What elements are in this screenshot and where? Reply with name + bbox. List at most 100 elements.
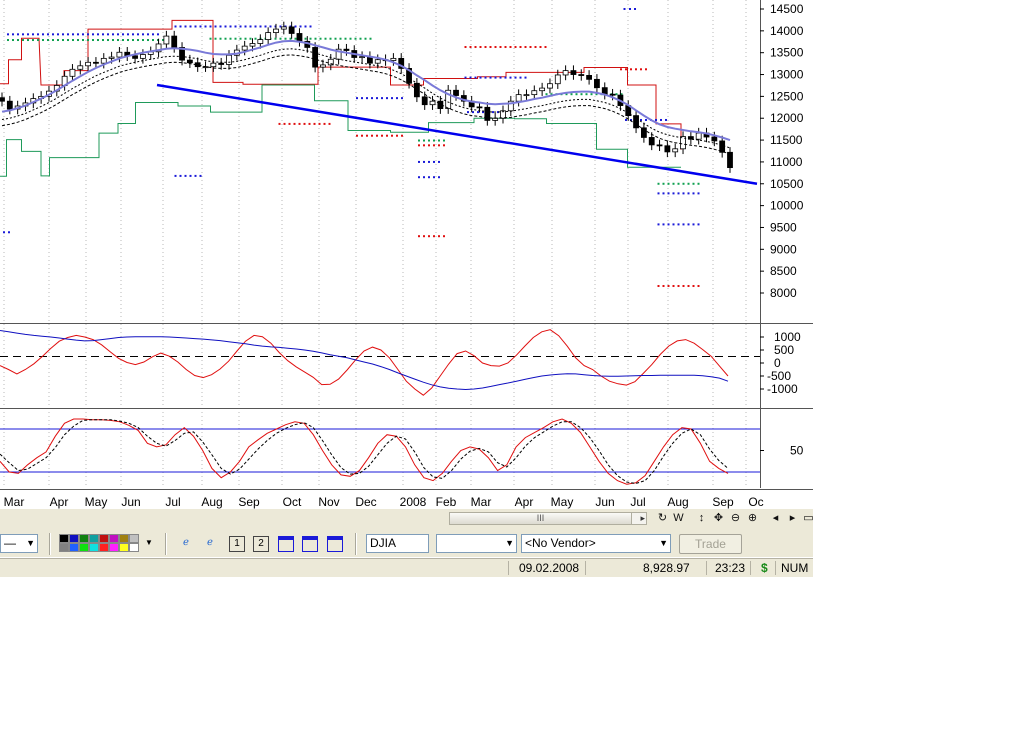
color-swatch[interactable]	[119, 543, 129, 552]
signal-dot	[635, 68, 637, 71]
signal-dot	[174, 174, 177, 177]
signal-dot	[42, 33, 44, 36]
timeframe-dropdown[interactable]: — ▼	[0, 534, 38, 553]
weekly-icon[interactable]: W	[672, 512, 685, 525]
scroll-left-icon[interactable]: ◂	[769, 512, 782, 525]
signal-dot	[629, 8, 631, 10]
signal-dot	[492, 111, 494, 114]
candle-body	[108, 56, 115, 59]
signal-dot-green	[42, 39, 44, 42]
color-swatch[interactable]	[99, 543, 109, 552]
color-swatch[interactable]	[89, 534, 99, 543]
signal-dot	[509, 76, 512, 79]
signal-dot	[62, 33, 64, 36]
color-swatch[interactable]	[79, 543, 89, 552]
symbol-field[interactable]: DJIA	[366, 534, 429, 553]
signal-dot-green	[314, 37, 317, 40]
signal-dot	[499, 76, 502, 79]
signal-dot-green	[667, 182, 670, 185]
vertical-resize-icon[interactable]: ↕	[695, 512, 708, 525]
status-divider	[775, 561, 776, 575]
signal-dot	[82, 33, 84, 36]
candle-body	[531, 90, 538, 96]
signal-dot-green	[239, 37, 242, 40]
signal-dot	[204, 25, 207, 28]
window-cascade-icon[interactable]	[302, 536, 318, 552]
signal-dot	[229, 25, 232, 28]
signal-dot	[313, 122, 316, 125]
color-swatch[interactable]	[99, 534, 109, 543]
window-icon[interactable]: ▭	[802, 512, 815, 525]
signal-dot	[428, 160, 430, 163]
toolbar-separator	[49, 533, 50, 555]
status-value: 8,928.97	[643, 561, 690, 575]
color-swatch[interactable]	[69, 534, 79, 543]
color-swatch[interactable]	[59, 534, 69, 543]
signal-dot	[677, 285, 680, 288]
color-swatch[interactable]	[109, 534, 119, 543]
window-arrange-icon[interactable]	[327, 536, 343, 552]
signal-dot	[184, 25, 187, 28]
signal-dot	[474, 76, 477, 79]
color-swatch[interactable]	[59, 543, 69, 552]
signal-dot	[67, 33, 69, 36]
refresh-icon[interactable]: ↻	[656, 512, 669, 525]
zoom-out-icon[interactable]: ⊖	[729, 512, 742, 525]
trade-button[interactable]: Trade	[679, 534, 742, 554]
signal-dot	[418, 176, 420, 179]
candle-body	[93, 61, 99, 64]
x-tick-label: Sep	[238, 495, 260, 509]
signal-dot	[625, 118, 627, 121]
color-swatch[interactable]	[129, 534, 139, 543]
layout-1-icon[interactable]: 1	[229, 536, 245, 552]
signal-dot	[27, 33, 29, 36]
signal-dot	[107, 33, 109, 36]
chevron-down-icon[interactable]: ▼	[145, 538, 153, 547]
zoom-in-icon[interactable]: ⊕	[746, 512, 759, 525]
toolbar-separator	[165, 533, 166, 555]
color-swatch[interactable]	[89, 543, 99, 552]
signal-dot-green	[590, 93, 593, 96]
layout-2-icon[interactable]: 2	[253, 536, 269, 552]
browser-icon[interactable]: ℯ	[178, 536, 194, 552]
signal-dot	[657, 192, 660, 195]
vendor-dropdown[interactable]: <No Vendor> ▼	[521, 534, 671, 553]
chart-scrollbar[interactable]: III ▸	[449, 512, 647, 525]
signal-dot-green	[294, 37, 297, 40]
color-swatch[interactable]	[119, 534, 129, 543]
candle-body	[100, 57, 107, 64]
signal-dot	[662, 223, 665, 226]
signal-dot	[361, 97, 363, 100]
scroll-right-arrow-icon[interactable]: ▸	[640, 513, 645, 524]
y-tick-label: 9500	[770, 220, 797, 234]
color-swatch[interactable]	[79, 534, 89, 543]
scrollbar-thumb[interactable]: III	[450, 513, 632, 524]
chart-area[interactable]: 14500 14000 13500 13000 12500 12000 11500 11000…	[0, 0, 813, 509]
signal-dot	[655, 118, 657, 121]
signal-dot	[443, 235, 445, 238]
y-tick-label: 50	[790, 444, 804, 458]
scroll-right-icon[interactable]: ▸	[786, 512, 799, 525]
color-swatch[interactable]	[69, 543, 79, 552]
signal-dot	[57, 33, 59, 36]
signal-dot-green	[17, 39, 19, 42]
y-tick-label: -1000	[767, 382, 798, 396]
x-tick-label: Oct	[283, 495, 302, 509]
color-swatch[interactable]	[109, 543, 119, 552]
signal-dot-green	[254, 37, 257, 40]
color-palette[interactable]: ▼	[59, 534, 153, 553]
move-icon[interactable]: ✥	[712, 512, 725, 525]
browser-alt-icon[interactable]: ℯ	[202, 536, 218, 552]
exchange-dropdown[interactable]: ▼	[436, 534, 517, 553]
signal-dot	[209, 25, 212, 28]
candle-body	[265, 32, 272, 40]
signal-dot	[479, 76, 482, 79]
signal-dot	[194, 174, 197, 177]
signal-dot	[484, 46, 487, 49]
candle-body	[695, 132, 702, 140]
window-tile-icon[interactable]	[278, 536, 294, 552]
color-swatch[interactable]	[129, 543, 139, 552]
signal-dot	[12, 33, 14, 36]
signal-dot	[529, 46, 532, 49]
signal-dot	[640, 68, 642, 71]
